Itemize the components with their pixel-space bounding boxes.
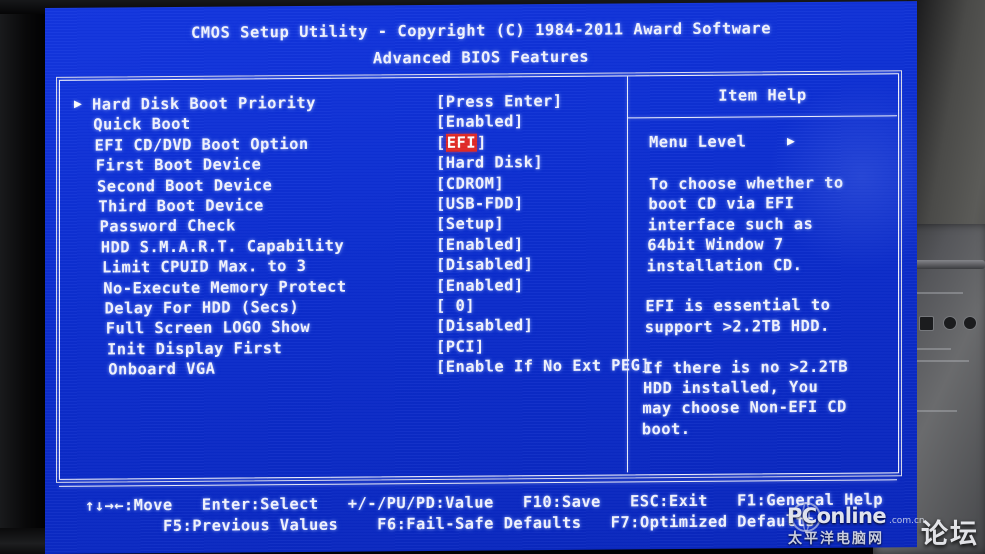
setting-label: Onboard VGA [108, 359, 216, 379]
setting-value[interactable]: [Disabled] [436, 317, 533, 336]
setting-label: Quick Boot [93, 115, 191, 135]
item-help-line: support >2.2TB HDD. [644, 316, 830, 337]
footer-key-hints-line-2: F5:Previous Values F6:Fail-Safe Defaults… [163, 511, 816, 536]
setting-value[interactable]: [Disabled] [436, 255, 533, 274]
setting-value[interactable]: [Hard Disk] [436, 153, 543, 172]
setting-value[interactable]: [CDROM] [436, 174, 504, 193]
setting-label: EFI CD/DVD Boot Option [94, 134, 309, 155]
setting-label: Full Screen LOGO Show [105, 318, 311, 338]
device-button-4 [963, 316, 977, 330]
setting-value[interactable]: [Enabled] [436, 276, 524, 295]
menu-level-arrow-icon: ▶ [787, 134, 795, 150]
bezel-left-edge [0, 0, 46, 554]
item-help-line: interface such as [647, 214, 814, 235]
setting-value-selected[interactable]: [EFI] [436, 133, 487, 151]
setting-value[interactable]: [Setup] [436, 215, 504, 234]
item-help-line: To choose whether to [649, 173, 844, 194]
footer-key-hints-line-1: ↑↓→←:Move Enter:Select +/-/PU/PD:Value F… [85, 490, 884, 515]
submenu-arrow-icon: ▶ [74, 96, 82, 112]
setting-label: Third Boot Device [98, 196, 264, 216]
screenshot-root: CMOS Setup Utility - Copyright (C) 1984-… [0, 0, 985, 554]
page-subtitle: Advanced BIOS Features [372, 47, 590, 68]
setting-value[interactable]: [Press Enter] [436, 92, 563, 111]
setting-value[interactable]: [Enabled] [436, 113, 524, 132]
item-help-line: If there is no >2.2TB [643, 357, 848, 377]
device-button-3 [943, 316, 957, 330]
item-help-line: installation CD. [646, 255, 803, 275]
setting-label: Password Check [99, 216, 236, 236]
device-button-2 [919, 316, 934, 331]
setting-value[interactable]: [ 0] [436, 297, 475, 315]
item-help-line: boot. [641, 419, 691, 439]
page-title: CMOS Setup Utility - Copyright (C) 1984-… [190, 19, 772, 42]
item-help-title: Item Help [718, 86, 807, 105]
menu-level-label: Menu Level [649, 132, 747, 152]
setting-value[interactable]: [PCI] [436, 337, 485, 355]
item-help-line: HDD installed, You [643, 377, 819, 398]
item-help-line: boot CD via EFI [648, 194, 795, 214]
item-help-line: 64bit Window 7 [647, 235, 784, 255]
panel-divider-vertical [627, 76, 628, 473]
setting-label: No-Execute Memory Protect [103, 277, 347, 298]
item-help-line: EFI is essential to [645, 296, 831, 316]
bios-screen: CMOS Setup Utility - Copyright (C) 1984-… [45, 1, 917, 554]
setting-value[interactable]: [Enable If No Ext PEG] [436, 356, 650, 376]
setting-label: First Boot Device [95, 155, 262, 175]
selection-highlight: EFI [445, 133, 477, 152]
footer-divider [59, 479, 897, 487]
setting-value[interactable]: [USB-FDD] [436, 194, 524, 213]
setting-label: Init Display First [107, 338, 283, 359]
setting-label: Second Boot Device [97, 175, 273, 196]
setting-label: Hard Disk Boot Priority [92, 93, 316, 114]
item-help-line: may choose Non-EFI CD [642, 398, 847, 418]
setting-label: HDD S.M.A.R.T. Capability [100, 236, 345, 257]
setting-value[interactable]: [Enabled] [436, 235, 524, 254]
setting-label: Delay For HDD (Secs) [104, 298, 300, 318]
setting-label: Limit CPUID Max. to 3 [102, 257, 307, 277]
